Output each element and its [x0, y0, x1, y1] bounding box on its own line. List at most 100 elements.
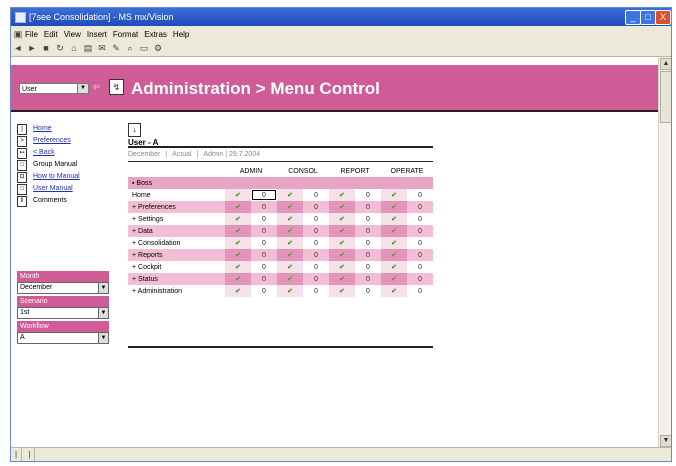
permission-value[interactable]: 0 [407, 201, 434, 213]
permission-value[interactable]: 0 [407, 189, 434, 201]
permission-checkbox[interactable]: ✔ [277, 249, 303, 261]
stop-icon[interactable]: ■ [40, 42, 52, 54]
permission-value[interactable]: 0 [303, 225, 329, 237]
permission-value[interactable]: 0 [355, 201, 382, 213]
scroll-thumb[interactable] [660, 71, 671, 123]
permission-checkbox[interactable]: ✔ [329, 273, 355, 285]
permission-value[interactable]: 0 [251, 225, 277, 237]
refresh-icon[interactable]: ↻ [54, 42, 66, 54]
permission-checkbox[interactable]: ✔ [277, 213, 303, 225]
page-icon[interactable]: ▭ [138, 42, 150, 54]
filter-select[interactable]: A ▼ [17, 332, 109, 344]
permission-checkbox[interactable]: ✔ [277, 225, 303, 237]
permission-checkbox[interactable]: ✔ [225, 237, 251, 249]
row-label[interactable]: + Data [128, 225, 225, 237]
permission-checkbox[interactable]: ✔ [329, 189, 355, 201]
row-label[interactable]: + Preferences [128, 201, 225, 213]
permission-value[interactable]: 0 [407, 261, 434, 273]
row-label[interactable]: + Administration [128, 285, 225, 297]
permission-checkbox[interactable]: ✔ [381, 237, 408, 249]
minimize-button[interactable]: _ [625, 10, 641, 25]
permission-value[interactable]: 0 [355, 237, 382, 249]
permission-checkbox[interactable]: ✔ [329, 285, 355, 297]
permission-checkbox[interactable]: ✔ [225, 273, 251, 285]
permission-value[interactable]: 0 [251, 261, 277, 273]
permission-checkbox[interactable]: ✔ [381, 189, 408, 201]
permission-value[interactable]: 0 [251, 285, 277, 297]
user-select[interactable]: User ▼ [19, 83, 89, 94]
permission-value[interactable]: 0 [355, 225, 382, 237]
permission-checkbox[interactable]: ✔ [277, 285, 303, 297]
permission-value[interactable]: 0 [407, 213, 434, 225]
permission-value[interactable]: 0 [303, 261, 329, 273]
permission-checkbox[interactable]: ✔ [225, 285, 251, 297]
row-label[interactable]: + Status [128, 273, 225, 285]
nav-item-preferences[interactable]: > Preferences [17, 135, 113, 147]
permission-checkbox[interactable]: ✔ [329, 249, 355, 261]
permission-checkbox[interactable]: ✔ [225, 225, 251, 237]
permission-value[interactable]: 0 [303, 285, 329, 297]
permission-checkbox[interactable]: ✔ [277, 189, 303, 201]
print-icon[interactable]: ▤ [82, 42, 94, 54]
permission-value[interactable]: 0 [251, 237, 277, 249]
permission-checkbox[interactable]: ✔ [329, 237, 355, 249]
banner-link[interactable]: go [93, 84, 100, 90]
permission-value[interactable]: 0 [355, 273, 382, 285]
permission-value[interactable]: 0 [303, 249, 329, 261]
row-label[interactable]: + Cockpit [128, 261, 225, 273]
permission-value[interactable]: 0 [355, 213, 382, 225]
permission-value[interactable]: 0 [303, 213, 329, 225]
permission-checkbox[interactable]: ✔ [277, 273, 303, 285]
scroll-up-icon[interactable]: ▲ [660, 58, 671, 70]
filter-select[interactable]: December ▼ [17, 282, 109, 294]
permission-value[interactable]: 0 [303, 237, 329, 249]
permission-checkbox[interactable]: ✔ [329, 213, 355, 225]
close-button[interactable]: X [655, 10, 671, 25]
permission-value[interactable]: 0 [251, 201, 277, 213]
permission-value[interactable]: 0 [407, 285, 434, 297]
permission-checkbox[interactable]: ✔ [381, 273, 408, 285]
permission-checkbox[interactable]: ✔ [329, 201, 355, 213]
permission-value[interactable]: 0 [303, 189, 329, 201]
vertical-scrollbar[interactable]: ▲ ▼ [658, 57, 671, 447]
permission-checkbox[interactable]: ✔ [225, 189, 251, 201]
permission-checkbox[interactable]: ✔ [277, 201, 303, 213]
nav-item-home[interactable]: | Home [17, 123, 113, 135]
permission-value[interactable]: 0 [407, 273, 434, 285]
row-label[interactable]: Home [128, 189, 225, 201]
row-label[interactable]: + Settings [128, 213, 225, 225]
permission-checkbox[interactable]: ✔ [381, 213, 408, 225]
permission-value[interactable]: 0 [251, 249, 277, 261]
permission-value[interactable]: 0 [355, 249, 382, 261]
permission-value[interactable]: 0 [355, 189, 382, 201]
permission-value[interactable]: 0 [303, 273, 329, 285]
row-label[interactable]: + Reports [128, 249, 225, 261]
mail-icon[interactable]: ✉ [96, 42, 108, 54]
permission-value[interactable]: 0 [407, 225, 434, 237]
permission-checkbox[interactable]: ✔ [225, 201, 251, 213]
permission-checkbox[interactable]: ✔ [277, 237, 303, 249]
permission-value[interactable]: 0 [407, 237, 434, 249]
permission-checkbox[interactable]: ✔ [381, 285, 408, 297]
permission-checkbox[interactable]: ✔ [381, 249, 408, 261]
scroll-down-icon[interactable]: ▼ [660, 435, 671, 447]
permission-value[interactable]: 0 [355, 285, 382, 297]
permission-value[interactable]: 0 [251, 189, 277, 201]
permission-checkbox[interactable]: ✔ [225, 249, 251, 261]
nav-item-user-manual[interactable]: □ User Manual [17, 183, 113, 195]
permission-checkbox[interactable]: ✔ [381, 261, 408, 273]
permission-checkbox[interactable]: ✔ [329, 261, 355, 273]
permission-value[interactable]: 0 [251, 273, 277, 285]
edit-icon[interactable]: ✎ [110, 42, 122, 54]
permission-value[interactable]: 0 [355, 261, 382, 273]
permission-value[interactable]: 0 [251, 213, 277, 225]
find-icon[interactable]: ⌕ [124, 42, 136, 54]
permission-checkbox[interactable]: ✔ [329, 225, 355, 237]
permission-value[interactable]: 0 [407, 249, 434, 261]
back-icon[interactable]: ◄ [12, 42, 24, 54]
permission-value[interactable]: 0 [303, 201, 329, 213]
forward-icon[interactable]: ► [26, 42, 38, 54]
row-label[interactable]: + Consolidation [128, 237, 225, 249]
permission-checkbox[interactable]: ✔ [225, 213, 251, 225]
nav-item-group-manual[interactable]: □ Group Manual [17, 159, 113, 171]
